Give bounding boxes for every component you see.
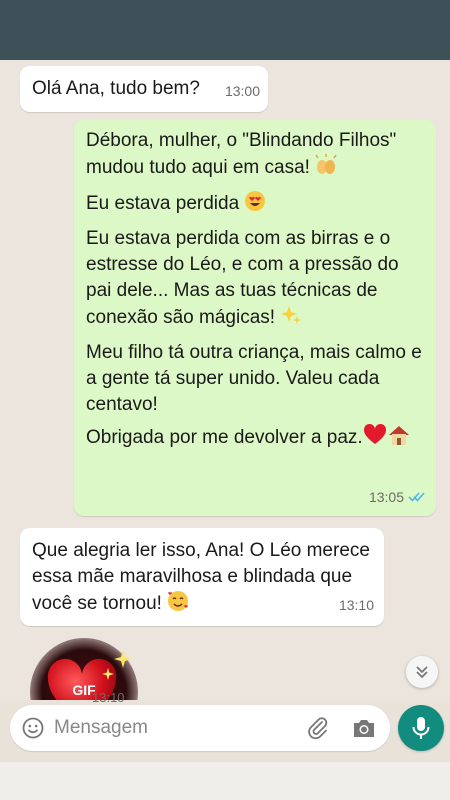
message-paragraph: Eu estava perdida [86,190,422,220]
message-composer [10,705,390,751]
heart-eyes-face-icon [244,190,266,220]
camera-icon[interactable] [352,717,376,739]
message-bubble-outgoing[interactable]: Débora, mulher, o "Blindando Filhos" mud… [74,120,436,516]
message-bubble-incoming[interactable]: Que alegria ler isso, Ana! O Léo merece … [20,528,384,626]
message-time: 13:10 [338,597,374,613]
message-time: 13:10 [92,690,125,705]
emoji-icon[interactable] [22,717,44,739]
microphone-icon [412,717,430,739]
message-text: Olá Ana, tudo bem? [32,78,200,99]
message-meta: 13:05 [369,484,426,510]
chat-area[interactable]: Olá Ana, tudo bem? 13:00 Débora, mulher,… [0,60,450,700]
red-heart-icon [363,423,387,454]
bottom-strip [0,762,450,800]
message-input[interactable] [54,705,294,751]
sparkle-icon [114,650,132,668]
message-paragraph: Obrigada por me devolver a paz. [86,423,422,454]
chat-header-bar [0,0,450,60]
double-check-read-icon [408,492,425,502]
message-time: 13:00 [224,83,260,99]
message-paragraph: Débora, mulher, o "Blindando Filhos" mud… [86,128,422,184]
voice-message-button[interactable] [398,705,444,751]
message-paragraph: Eu estava perdida com as birras e o estr… [86,226,422,334]
raised-hands-icon [315,154,337,184]
message-paragraph: Meu filho tá outra criança, mais calmo e… [86,342,422,415]
sparkle-icon [102,668,114,680]
message-text: Que alegria ler isso, Ana! O Léo merece … [32,540,370,614]
scroll-to-bottom-button[interactable] [406,656,438,688]
chevron-double-down-icon [416,666,428,679]
message-time: 13:05 [368,489,404,505]
house-icon [387,424,411,454]
smiling-face-with-hearts-icon [167,590,189,620]
sparkles-icon [280,304,302,334]
paperclip-icon[interactable] [306,716,330,740]
message-bubble-incoming[interactable]: Olá Ana, tudo bem? 13:00 [20,66,268,112]
